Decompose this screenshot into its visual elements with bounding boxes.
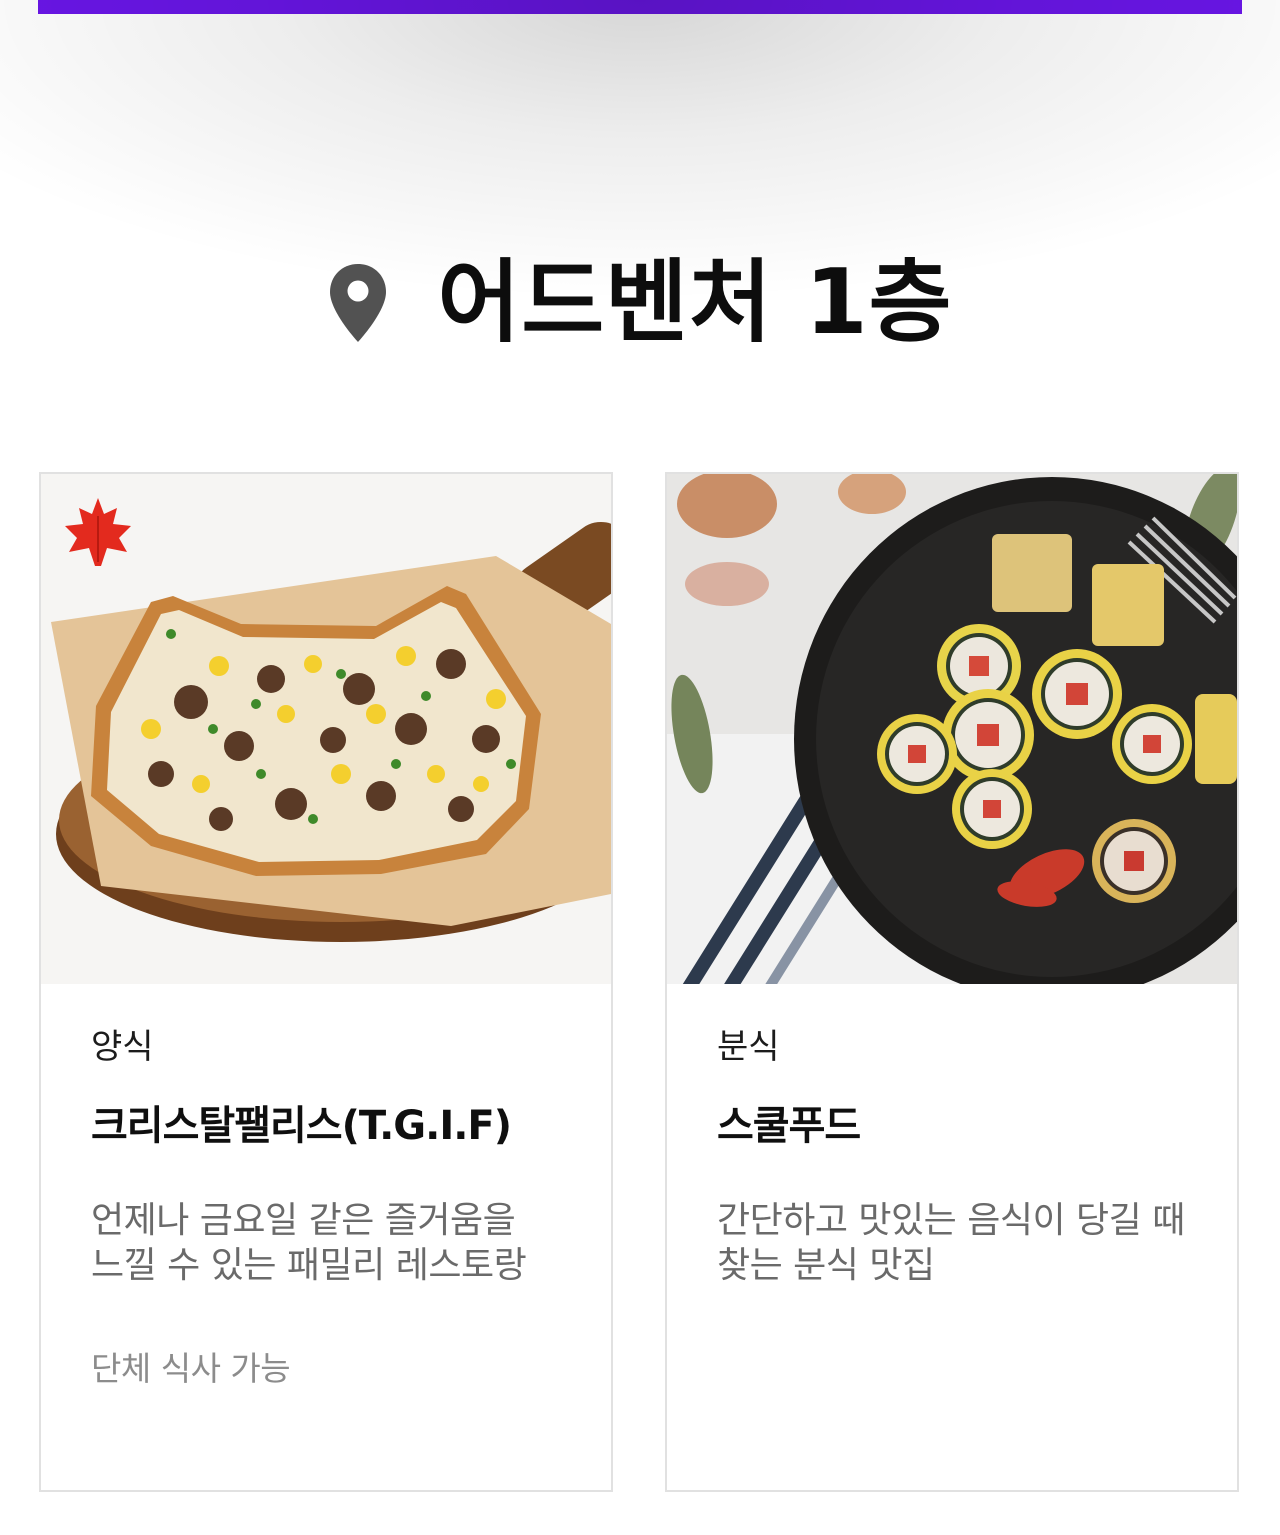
floor-header: 어드벤처 1층 <box>0 248 1280 358</box>
restaurant-floor-page: 어드벤처 1층 양식 크리스탈팰리스(T.G.I.F) 언제나 금요일 같은 즐… <box>0 0 1280 1535</box>
restaurant-name[interactable]: 크리스탈팰리스(T.G.I.F) <box>91 1106 581 1146</box>
restaurant-note: 단체 식사 가능 <box>91 1349 291 1388</box>
maple-leaf-icon <box>65 498 131 566</box>
restaurant-card-schoolfood[interactable]: 분식 스쿨푸드 간단하고 맛있는 음식이 당길 때 찾는 분식 맛집 <box>665 472 1239 1492</box>
gimbap-photo <box>667 474 1237 984</box>
restaurant-category: 분식 <box>717 1027 780 1067</box>
restaurant-name[interactable]: 스쿨푸드 <box>717 1106 1207 1146</box>
location-pin-icon <box>329 264 386 342</box>
pizza-photo <box>41 474 611 984</box>
restaurant-description: 언제나 금요일 같은 즐거움을 느낄 수 있는 패밀리 레스토랑 <box>91 1200 527 1286</box>
restaurant-description: 간단하고 맛있는 음식이 당길 때 찾는 분식 맛집 <box>717 1200 1185 1286</box>
top-accent-bar <box>38 0 1242 14</box>
restaurant-category: 양식 <box>91 1027 154 1067</box>
restaurant-card-tgif[interactable]: 양식 크리스탈팰리스(T.G.I.F) 언제나 금요일 같은 즐거움을 느낄 수… <box>39 472 613 1492</box>
floor-title: 어드벤처 1층 <box>437 250 953 355</box>
card-body: 분식 스쿨푸드 간단하고 맛있는 음식이 당길 때 찾는 분식 맛집 <box>717 1030 1207 1288</box>
card-body: 양식 크리스탈팰리스(T.G.I.F) 언제나 금요일 같은 즐거움을 느낄 수… <box>91 1030 581 1385</box>
